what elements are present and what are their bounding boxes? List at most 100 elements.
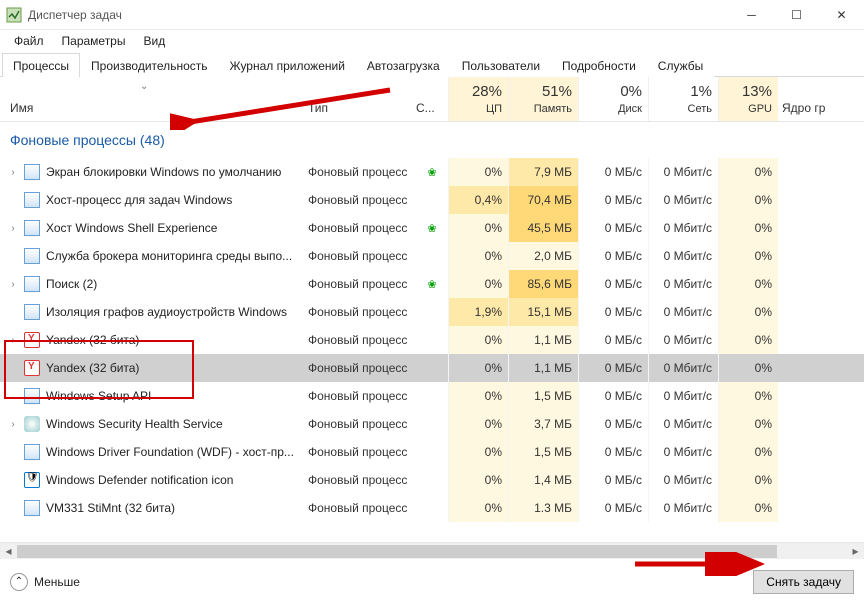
process-type: Фоновый процесс xyxy=(308,221,416,235)
process-status: ❀ xyxy=(416,277,448,291)
disk-cell: 0 МБ/с xyxy=(578,270,648,298)
process-row[interactable]: ›Yandex (32 бита)Фоновый процесс0%1,1 МБ… xyxy=(0,326,864,354)
tab-details[interactable]: Подробности xyxy=(551,53,647,77)
minimize-button[interactable]: ─ xyxy=(729,0,774,30)
process-row[interactable]: Windows Defender notification icon Фоновы… xyxy=(0,466,864,494)
process-row[interactable]: ›Поиск (2)Фоновый процесс❀0%85,6 МБ0 МБ/… xyxy=(0,270,864,298)
net-cell: 0 Мбит/с xyxy=(648,186,718,214)
menu-file[interactable]: Файл xyxy=(6,32,52,50)
expand-icon[interactable]: › xyxy=(6,419,20,430)
menu-view[interactable]: Вид xyxy=(135,32,173,50)
process-row[interactable]: Изоляция графов аудиоустройств WindowsФо… xyxy=(0,298,864,326)
process-row[interactable]: Yandex (32 бита)Фоновый процесс0%1,1 МБ0… xyxy=(0,354,864,382)
col-memory[interactable]: 51%Память xyxy=(508,77,578,121)
leaf-icon: ❀ xyxy=(427,223,436,235)
tab-performance[interactable]: Производительность xyxy=(80,53,218,77)
tabs: Процессы Производительность Журнал прило… xyxy=(0,52,864,77)
fewer-details-button[interactable]: ⌃ Меньше xyxy=(10,573,80,591)
process-icon xyxy=(24,220,40,236)
process-type: Фоновый процесс xyxy=(308,445,416,459)
cpu-cell: 0% xyxy=(448,270,508,298)
close-button[interactable]: ✕ xyxy=(819,0,864,30)
mem-cell: 3,7 МБ xyxy=(508,410,578,438)
disk-cell: 0 МБ/с xyxy=(578,158,648,186)
process-name: Windows Defender notification icon xyxy=(46,473,233,487)
process-type: Фоновый процесс xyxy=(308,165,416,179)
maximize-button[interactable]: ☐ xyxy=(774,0,819,30)
tab-processes[interactable]: Процессы xyxy=(2,53,80,77)
process-row[interactable]: ›Windows Security Health ServiceФоновый … xyxy=(0,410,864,438)
gpu-lbl: GPU xyxy=(748,103,772,115)
footer: ⌃ Меньше Снять задачу xyxy=(0,559,864,604)
col-name[interactable]: ⌄ Имя xyxy=(0,77,308,121)
process-type: Фоновый процесс xyxy=(308,473,416,487)
menubar: Файл Параметры Вид xyxy=(0,30,864,52)
expand-icon[interactable]: › xyxy=(6,223,20,234)
mem-cell: 1,1 МБ xyxy=(508,326,578,354)
horizontal-scrollbar[interactable]: ◂ ▸ xyxy=(0,542,864,559)
scroll-thumb[interactable] xyxy=(17,545,777,558)
col-gpu[interactable]: 13% GPU xyxy=(718,77,778,121)
col-status[interactable]: С... xyxy=(416,77,448,121)
process-row[interactable]: Windows Setup APIФоновый процесс0%1,5 МБ… xyxy=(0,382,864,410)
process-type: Фоновый процесс xyxy=(308,501,416,515)
scroll-left-icon[interactable]: ◂ xyxy=(0,543,17,560)
disk-lbl: Диск xyxy=(618,103,642,115)
scroll-right-icon[interactable]: ▸ xyxy=(847,543,864,560)
process-row[interactable]: Служба брокера мониторинга среды выпо...… xyxy=(0,242,864,270)
end-task-button[interactable]: Снять задачу xyxy=(753,570,854,594)
process-row[interactable]: ›Экран блокировки Windows по умолчаниюФо… xyxy=(0,158,864,186)
process-row[interactable]: Хост-процесс для задач WindowsФоновый пр… xyxy=(0,186,864,214)
menu-options[interactable]: Параметры xyxy=(54,32,134,50)
col-type[interactable]: Тип xyxy=(308,77,416,121)
mem-cell: 15,1 МБ xyxy=(508,298,578,326)
cpu-cell: 0,4% xyxy=(448,186,508,214)
process-row[interactable]: ›Хост Windows Shell ExperienceФоновый пр… xyxy=(0,214,864,242)
expand-icon[interactable]: › xyxy=(6,167,20,178)
chevron-up-icon: ⌃ xyxy=(10,573,28,591)
tab-apphistory[interactable]: Журнал приложений xyxy=(219,53,356,77)
expand-icon[interactable]: › xyxy=(6,279,20,290)
gpu-cell: 0% xyxy=(718,466,778,494)
process-list[interactable]: Фоновые процессы (48) ›Экран блокировки … xyxy=(0,122,864,542)
net-cell: 0 Мбит/с xyxy=(648,382,718,410)
gpu-cell: 0% xyxy=(718,438,778,466)
disk-cell: 0 МБ/с xyxy=(578,354,648,382)
gpu-cell: 0% xyxy=(718,494,778,522)
process-row[interactable]: Windows Driver Foundation (WDF) - хост-п… xyxy=(0,438,864,466)
gpu-cell: 0% xyxy=(718,326,778,354)
tab-services[interactable]: Службы xyxy=(647,53,714,77)
mem-pct: 51% xyxy=(542,83,572,100)
expand-icon[interactable]: › xyxy=(6,335,20,346)
mem-cell: 1,5 МБ xyxy=(508,382,578,410)
process-name: Изоляция графов аудиоустройств Windows xyxy=(46,305,287,319)
mem-cell: 85,6 МБ xyxy=(508,270,578,298)
net-pct: 1% xyxy=(690,83,712,100)
gpu-cell: 0% xyxy=(718,158,778,186)
mem-cell: 1,4 МБ xyxy=(508,466,578,494)
sort-arrow-icon: ⌄ xyxy=(140,81,148,92)
process-icon xyxy=(24,444,40,460)
titlebar: Диспетчер задач ─ ☐ ✕ xyxy=(0,0,864,30)
gpu-cell: 0% xyxy=(718,270,778,298)
gpu-cell: 0% xyxy=(718,214,778,242)
col-extra[interactable]: Ядро гр xyxy=(778,77,864,121)
leaf-icon: ❀ xyxy=(427,167,436,179)
tab-users[interactable]: Пользователи xyxy=(451,53,551,77)
process-row[interactable]: VM331 StiMnt (32 бита) Фоновый процесс 0% 1… xyxy=(0,494,864,522)
cpu-cell: 0% xyxy=(448,158,508,186)
disk-cell: 0 МБ/с xyxy=(578,466,648,494)
process-name: VM331 StiMnt (32 бита) xyxy=(46,501,175,515)
net-cell: 0 Мбит/с xyxy=(648,298,718,326)
gpu-pct: 13% xyxy=(742,83,772,100)
process-name: Yandex (32 бита) xyxy=(46,333,139,347)
gpu-cell: 0% xyxy=(718,354,778,382)
gpu-cell: 0% xyxy=(718,186,778,214)
tab-startup[interactable]: Автозагрузка xyxy=(356,53,451,77)
mem-cell: 1.3 МБ xyxy=(508,494,578,522)
net-lbl: Сеть xyxy=(688,103,712,115)
column-headers: ⌄ Имя Тип С... 28%ЦП 51%Память 0%Диск 1%… xyxy=(0,77,864,122)
col-disk[interactable]: 0%Диск xyxy=(578,77,648,121)
col-network[interactable]: 1% Сеть xyxy=(648,77,718,121)
col-cpu[interactable]: 28%ЦП xyxy=(448,77,508,121)
